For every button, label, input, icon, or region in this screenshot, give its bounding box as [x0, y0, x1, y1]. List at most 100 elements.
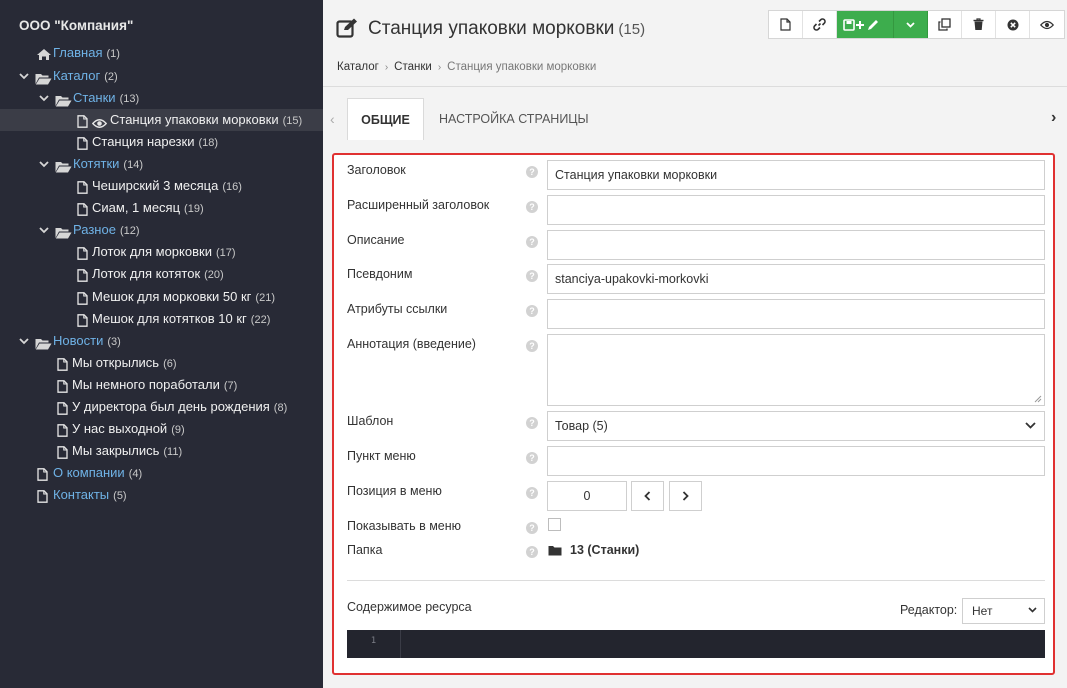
- edit-icon: [336, 18, 358, 41]
- tree-item[interactable]: Мешок для котятков 10 кг (22): [0, 308, 323, 330]
- menuindex-input[interactable]: 0: [547, 481, 627, 511]
- help-icon[interactable]: ?: [526, 305, 538, 317]
- tree-item[interactable]: Мы немного поработали (7): [0, 374, 323, 396]
- tree-item-label: Каталог (2): [53, 65, 118, 88]
- template-select[interactable]: Товар (5): [547, 411, 1045, 441]
- tree-item[interactable]: У нас выходной (9): [0, 418, 323, 440]
- tree-item-label: Контакты (5): [53, 484, 127, 507]
- general-form-panel: Заголовок ? Станция упаковки морковки Ра…: [332, 153, 1055, 675]
- tree-item[interactable]: Новости (3): [0, 330, 323, 352]
- tree-item[interactable]: Станки (13): [0, 87, 323, 109]
- show-in-menu-checkbox[interactable]: [548, 518, 561, 531]
- tree-item-text: Мы немного поработали: [72, 377, 220, 392]
- tree-item-text: Станция упаковки морковки: [110, 112, 279, 127]
- tab-page-settings[interactable]: Настройка страницы: [439, 98, 589, 140]
- description-input[interactable]: [547, 230, 1045, 260]
- help-icon[interactable]: ?: [526, 452, 538, 464]
- folder-icon: [548, 545, 562, 555]
- tree-item[interactable]: У директора был день рождения (8): [0, 396, 323, 418]
- tree-item[interactable]: О компании (4): [0, 462, 323, 484]
- tree-item[interactable]: Мы закрылись (11): [0, 440, 323, 462]
- parent-value[interactable]: 13 (Станки): [548, 543, 639, 557]
- tree-item[interactable]: Лоток для морковки (17): [0, 241, 323, 263]
- hidemenu-label: Показывать в меню: [347, 519, 462, 533]
- new-document-icon[interactable]: [769, 11, 803, 38]
- chevron-down-icon[interactable]: [38, 87, 50, 109]
- tree-item[interactable]: Лоток для котяток (20): [0, 263, 323, 285]
- tree-item[interactable]: Сиам, 1 месяц (19): [0, 197, 323, 219]
- help-icon[interactable]: ?: [526, 340, 538, 352]
- introtext-textarea[interactable]: [547, 334, 1045, 406]
- chevron-right-icon[interactable]: ›: [1051, 109, 1056, 127]
- menuindex-decrement-button[interactable]: [631, 481, 664, 511]
- chevron-down-icon[interactable]: [38, 219, 50, 241]
- tree-item[interactable]: Контакты (5): [0, 484, 323, 506]
- chevron-left-icon[interactable]: ‹: [330, 111, 335, 127]
- chevron-right-icon: ›: [384, 61, 389, 73]
- chevron-down-icon[interactable]: [18, 330, 30, 352]
- tab-general[interactable]: Общие: [347, 98, 424, 140]
- tree-item[interactable]: Главная (1): [0, 42, 323, 64]
- editor-select[interactable]: Нет: [962, 598, 1045, 624]
- resource-toolbar: [768, 10, 1065, 39]
- chevron-down-icon[interactable]: [894, 11, 928, 38]
- site-name[interactable]: ООО "Компания": [19, 18, 133, 33]
- help-icon[interactable]: ?: [526, 487, 538, 499]
- help-icon[interactable]: ?: [526, 270, 538, 282]
- tree-item-label: О компании (4): [53, 462, 142, 485]
- tree-item[interactable]: Мешок для морковки 50 кг (21): [0, 286, 323, 308]
- tree-item-label: Станция нарезки (18): [92, 131, 218, 154]
- close-circle-icon[interactable]: [996, 11, 1030, 38]
- help-icon[interactable]: ?: [526, 417, 538, 429]
- tree-item-label: У нас выходной (9): [72, 418, 185, 441]
- tree-item-text: Лоток для морковки: [92, 244, 212, 259]
- duplicate-icon[interactable]: [928, 11, 962, 38]
- longtitle-input[interactable]: [547, 195, 1045, 225]
- content-code-editor[interactable]: 1: [347, 630, 1045, 658]
- tree-item-count: (7): [223, 380, 238, 392]
- help-icon[interactable]: ?: [526, 236, 538, 248]
- tree-item[interactable]: Котятки (14): [0, 153, 323, 175]
- save-button[interactable]: [837, 11, 894, 38]
- tree-item-count: (5): [113, 490, 127, 502]
- breadcrumb-item-machines[interactable]: Станки: [394, 61, 432, 73]
- tree-item[interactable]: Мы открылись (6): [0, 352, 323, 374]
- longtitle-label: Расширенный заголовок: [347, 198, 490, 212]
- help-icon[interactable]: ?: [526, 166, 538, 178]
- page-title-text: Станция упаковки морковки: [368, 18, 615, 39]
- chevron-down-icon[interactable]: [18, 65, 30, 87]
- help-icon[interactable]: ?: [526, 201, 538, 213]
- menutitle-input[interactable]: [547, 446, 1045, 476]
- breadcrumb: Каталог › Станки › Станция упаковки морк…: [337, 61, 596, 73]
- menuindex-increment-button[interactable]: [669, 481, 702, 511]
- tree-item-count: (19): [184, 203, 204, 215]
- alias-label: Псевдоним: [347, 267, 413, 281]
- title-input[interactable]: Станция упаковки морковки: [547, 160, 1045, 190]
- tree-item[interactable]: Чеширский 3 месяца (16): [0, 175, 323, 197]
- chevron-down-icon[interactable]: [38, 153, 50, 175]
- alias-input[interactable]: stanciya-upakovki-morkovki: [547, 264, 1045, 294]
- title-label: Заголовок: [347, 163, 406, 177]
- trash-icon[interactable]: [962, 11, 996, 38]
- help-icon[interactable]: ?: [526, 546, 538, 558]
- parent-value-text: 13 (Станки): [570, 543, 640, 557]
- tree-item-text: Новости: [53, 333, 104, 348]
- tree-item-text: Мешок для котятков 10 кг: [92, 311, 247, 326]
- breadcrumb-item-catalog[interactable]: Каталог: [337, 61, 379, 73]
- link-attributes-input[interactable]: [547, 299, 1045, 329]
- menuindex-label: Позиция в меню: [347, 484, 442, 498]
- eye-icon[interactable]: [1030, 11, 1064, 38]
- help-icon[interactable]: ?: [526, 522, 538, 534]
- tree-item-label: Мы открылись (6): [72, 352, 177, 375]
- tree-item[interactable]: Станция нарезки (18): [0, 131, 323, 153]
- tree-item-text: Контакты: [53, 487, 110, 502]
- tree-item-text: Сиам, 1 месяц: [92, 200, 181, 215]
- tree-item-count: (20): [204, 269, 224, 281]
- tree-item[interactable]: Разное (12): [0, 219, 323, 241]
- link-icon[interactable]: [803, 11, 837, 38]
- page-title: Станция упаковки морковки (15): [368, 18, 645, 40]
- tree-item[interactable]: Станция упаковки морковки (15): [0, 109, 323, 131]
- resize-grip-icon[interactable]: [1034, 395, 1042, 403]
- tree-item[interactable]: Каталог (2): [0, 65, 323, 87]
- tree-item-count: (17): [215, 247, 236, 259]
